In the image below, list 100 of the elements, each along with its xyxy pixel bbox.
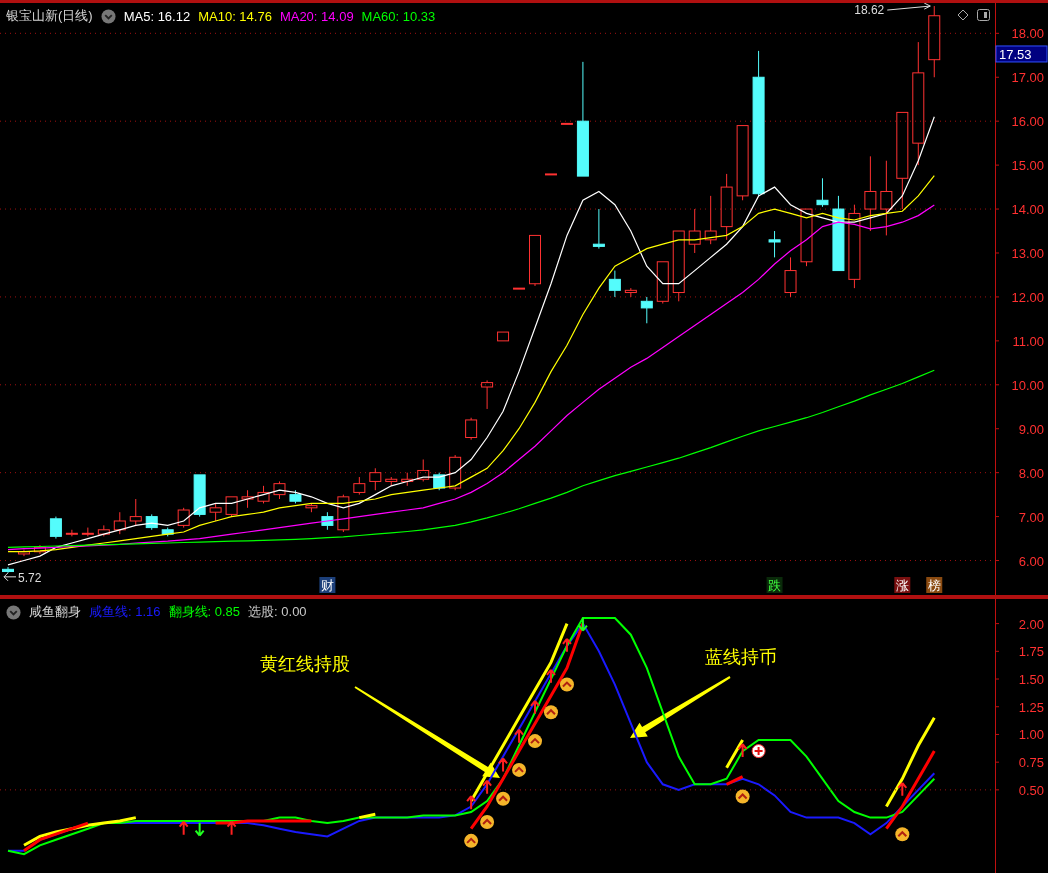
candlestick	[33, 544, 46, 555]
candlestick	[433, 472, 446, 491]
event-badge[interactable]: 跌	[766, 577, 783, 593]
candlestick	[129, 498, 142, 526]
axis-label: 14.00	[1011, 202, 1044, 218]
chevron-coin-icon	[512, 762, 527, 777]
candlestick	[305, 502, 318, 513]
chevron-coin-icon	[496, 791, 511, 806]
candlestick	[97, 524, 110, 537]
candlestick	[816, 177, 829, 208]
axis-label: 10.00	[1011, 377, 1044, 393]
candlestick	[241, 489, 254, 509]
candlestick	[592, 208, 605, 250]
candlestick	[401, 472, 414, 487]
chevron-coin-icon	[464, 833, 479, 848]
candlestick	[672, 230, 685, 302]
axis-label: 1.75	[1018, 644, 1044, 660]
candlestick	[2, 566, 14, 574]
axis-label: 16.00	[1011, 114, 1044, 130]
legend-value: 选股: 0.00	[248, 603, 307, 621]
candlestick	[49, 516, 62, 540]
candlestick	[449, 454, 462, 491]
candlestick	[369, 467, 382, 491]
legend-value: MA5: 16.12	[123, 8, 191, 24]
candlestick	[193, 474, 206, 518]
candlestick	[688, 208, 701, 254]
event-badge[interactable]: 榜	[926, 577, 943, 593]
legend-value: MA20: 14.09	[279, 8, 354, 24]
axis-label: 1.50	[1018, 672, 1044, 687]
up-arrow-icon	[546, 668, 556, 684]
last-price-tag: 17.53	[995, 45, 1048, 63]
candlestick	[289, 489, 302, 504]
chevron-coin-icon	[528, 734, 542, 749]
candlestick	[640, 296, 653, 324]
candlestick	[417, 459, 430, 482]
chevron-down-icon[interactable]	[100, 8, 116, 24]
axis-label: 17.00	[1011, 70, 1044, 86]
axis-label: 0.50	[1018, 782, 1044, 798]
axis-label: 1.25	[1018, 699, 1044, 715]
candlestick	[608, 270, 621, 298]
axis-label: 8.00	[1018, 465, 1044, 481]
candlestick	[560, 122, 573, 125]
axis-label: 15.00	[1011, 158, 1044, 174]
axis-label: 6.00	[1018, 553, 1044, 569]
legend-value: 翻身线: 0.85	[168, 603, 241, 621]
chevron-coin-icon	[735, 789, 750, 804]
high-price-label: 18.62	[854, 3, 931, 18]
candlestick	[385, 476, 398, 487]
candlestick	[113, 511, 126, 535]
candlestick	[257, 485, 270, 504]
chevron-coin-icon	[544, 705, 558, 720]
candlestick	[65, 529, 78, 537]
axis-label: 18.00	[1011, 26, 1044, 42]
low-price-label: 5.72	[3, 570, 42, 585]
candlestick	[321, 511, 334, 531]
up-arrow-icon	[178, 820, 189, 836]
axis-label: 1.00	[1018, 727, 1044, 743]
up-arrow-icon	[561, 637, 572, 653]
axis-label: 7.00	[1018, 509, 1044, 525]
up-arrow-icon	[482, 779, 493, 795]
axis-label: 2.00	[1018, 616, 1044, 632]
candlestick	[800, 208, 813, 267]
candlestick	[624, 287, 637, 298]
candlestick	[161, 527, 174, 537]
candlestick	[497, 331, 510, 342]
candlestick	[81, 527, 94, 537]
chevron-down-icon[interactable]	[6, 604, 21, 620]
candlestick	[656, 261, 669, 304]
legend-value: MA10: 14.76	[198, 8, 272, 24]
up-arrow-icon	[226, 820, 237, 836]
candlestick	[784, 256, 797, 298]
candlestick	[209, 502, 222, 522]
up-arrow-icon	[514, 728, 525, 744]
candlestick	[177, 507, 190, 529]
candlestick	[273, 480, 286, 500]
candlestick	[337, 494, 350, 533]
event-badge[interactable]: 财	[319, 577, 336, 593]
axis-label: 11.00	[1012, 333, 1044, 349]
candlestick	[145, 513, 158, 531]
event-badge[interactable]: 涨	[894, 577, 911, 593]
annotation-label: 蓝线持币	[705, 647, 777, 667]
chevron-coin-icon	[559, 677, 574, 692]
up-arrow-icon	[897, 781, 908, 797]
candlestick	[704, 195, 717, 245]
candlestick	[513, 287, 526, 290]
indicator-title: 咸鱼翻身	[29, 603, 81, 621]
candlestick	[720, 173, 733, 241]
annotation-label: 黄红线持股	[260, 654, 350, 674]
down-arrow-icon	[194, 821, 205, 837]
down-arrow-icon	[577, 616, 588, 632]
up-arrow-icon	[466, 795, 477, 811]
diamond-icon[interactable]	[957, 9, 969, 21]
up-arrow-icon	[498, 757, 509, 773]
chevron-coin-icon	[480, 815, 495, 829]
up-arrow-icon	[530, 699, 540, 715]
candlestick	[353, 476, 366, 496]
panel-toggle-icon[interactable]	[977, 9, 990, 21]
axis-label: 12.00	[1011, 289, 1044, 305]
candlestick	[768, 230, 781, 258]
candlestick	[545, 173, 557, 176]
